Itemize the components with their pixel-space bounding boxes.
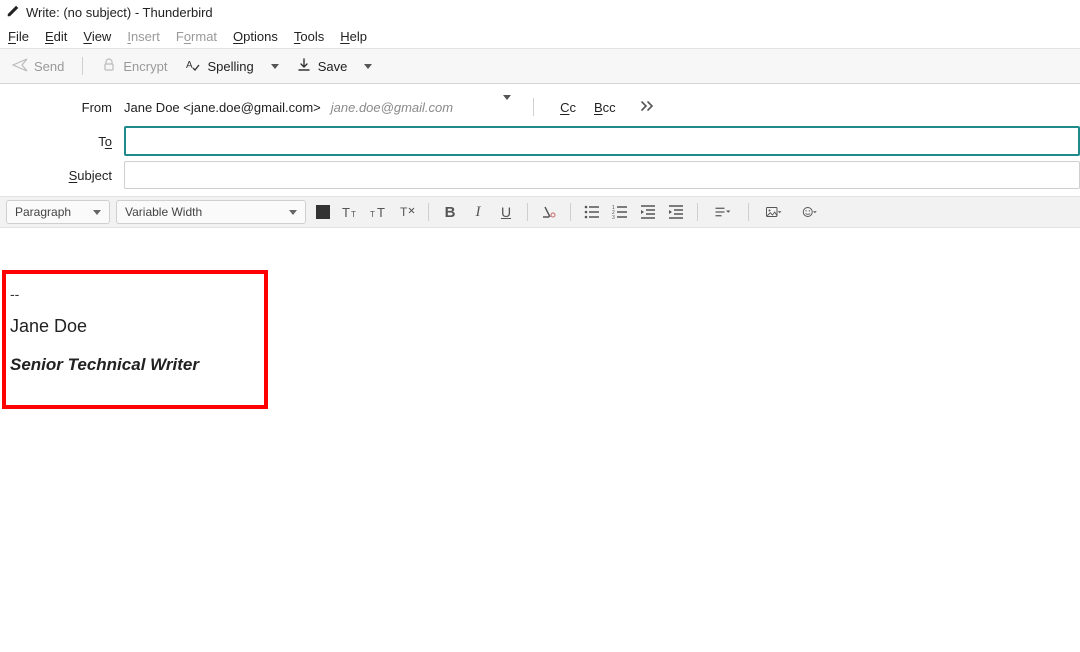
from-row: From Jane Doe <jane.doe@gmail.com> jane.… (0, 90, 1080, 124)
more-recipients-button[interactable] (640, 100, 656, 115)
title-bar: Write: (no subject) - Thunderbird (0, 0, 1080, 24)
align-button[interactable] (708, 201, 738, 223)
address-header: From Jane Doe <jane.doe@gmail.com> jane.… (0, 84, 1080, 192)
signature-name: Jane Doe (10, 316, 258, 337)
menu-view[interactable]: View (83, 29, 111, 44)
menu-tools[interactable]: Tools (294, 29, 324, 44)
cc-button[interactable]: Cc (556, 100, 580, 115)
numbered-list-button[interactable]: 123 (609, 201, 631, 223)
subject-label: Subject (0, 168, 124, 183)
identity-value[interactable]: jane.doe@gmail.com (331, 100, 453, 115)
signature-title: Senior Technical Writer (10, 355, 258, 375)
identity-dropdown[interactable] (503, 100, 511, 115)
pencil-icon (6, 4, 20, 21)
primary-toolbar: Send Encrypt A Spelling Save (0, 48, 1080, 84)
menu-edit[interactable]: Edit (45, 29, 67, 44)
block-style-value: Paragraph (15, 205, 71, 219)
encrypt-label: Encrypt (123, 59, 167, 74)
separator (428, 203, 429, 221)
svg-text:A: A (186, 60, 193, 71)
bcc-button[interactable]: Bcc (590, 100, 620, 115)
save-dropdown[interactable] (361, 64, 375, 69)
toolbar-separator (82, 57, 83, 75)
window-title: Write: (no subject) - Thunderbird (26, 5, 213, 20)
save-label: Save (318, 59, 348, 74)
subject-row: Subject (0, 158, 1080, 192)
font-family-select[interactable]: Variable Width (116, 200, 306, 224)
menu-insert[interactable]: Insert (127, 29, 160, 44)
send-button[interactable]: Send (8, 55, 68, 78)
menu-bar: File Edit View Insert Format Options Too… (0, 24, 1080, 48)
menu-help[interactable]: Help (340, 29, 367, 44)
insert-image-button[interactable] (759, 201, 789, 223)
svg-text:T: T (377, 205, 385, 220)
spelling-dropdown[interactable] (268, 64, 282, 69)
to-label: To (0, 134, 124, 149)
separator (570, 203, 571, 221)
menu-format[interactable]: Format (176, 29, 217, 44)
send-label: Send (34, 59, 64, 74)
bold-button[interactable]: B (439, 201, 461, 223)
svg-text:T: T (370, 210, 375, 219)
emoji-button[interactable] (795, 201, 825, 223)
encrypt-button[interactable]: Encrypt (97, 55, 171, 78)
svg-text:3: 3 (612, 215, 615, 221)
subject-input[interactable] (124, 161, 1080, 189)
bullet-list-button[interactable] (581, 201, 603, 223)
italic-button[interactable]: I (467, 201, 489, 223)
menu-options[interactable]: Options (233, 29, 278, 44)
spelling-label: Spelling (207, 59, 253, 74)
save-button[interactable]: Save (292, 55, 352, 78)
separator (533, 98, 534, 116)
separator (697, 203, 698, 221)
to-input[interactable] (124, 126, 1080, 156)
separator (527, 203, 528, 221)
clear-format-button[interactable]: T (396, 201, 418, 223)
increase-size-button[interactable]: TT (340, 201, 362, 223)
remove-styling-button[interactable] (538, 201, 560, 223)
outdent-button[interactable] (637, 201, 659, 223)
to-row: To (0, 124, 1080, 158)
lock-icon (101, 57, 117, 76)
svg-text:T: T (342, 205, 350, 220)
block-style-select[interactable]: Paragraph (6, 200, 110, 224)
separator (748, 203, 749, 221)
indent-button[interactable] (665, 201, 687, 223)
svg-text:T: T (351, 210, 356, 219)
signature-highlight: -- Jane Doe Senior Technical Writer (2, 270, 268, 409)
svg-text:T: T (400, 205, 408, 219)
format-toolbar: Paragraph Variable Width TT TT T B I U 1… (0, 196, 1080, 228)
message-body[interactable]: -- Jane Doe Senior Technical Writer (0, 228, 1080, 652)
download-icon (296, 57, 312, 76)
underline-button[interactable]: U (495, 201, 517, 223)
spelling-button[interactable]: A Spelling (181, 55, 257, 78)
decrease-size-button[interactable]: TT (368, 201, 390, 223)
from-label: From (0, 100, 124, 115)
send-icon (12, 57, 28, 76)
text-color-button[interactable] (312, 201, 334, 223)
signature-separator: -- (10, 286, 258, 302)
spellcheck-icon: A (185, 57, 201, 76)
menu-file[interactable]: File (8, 29, 29, 44)
font-family-value: Variable Width (125, 205, 202, 219)
from-value: Jane Doe <jane.doe@gmail.com> (124, 100, 321, 115)
